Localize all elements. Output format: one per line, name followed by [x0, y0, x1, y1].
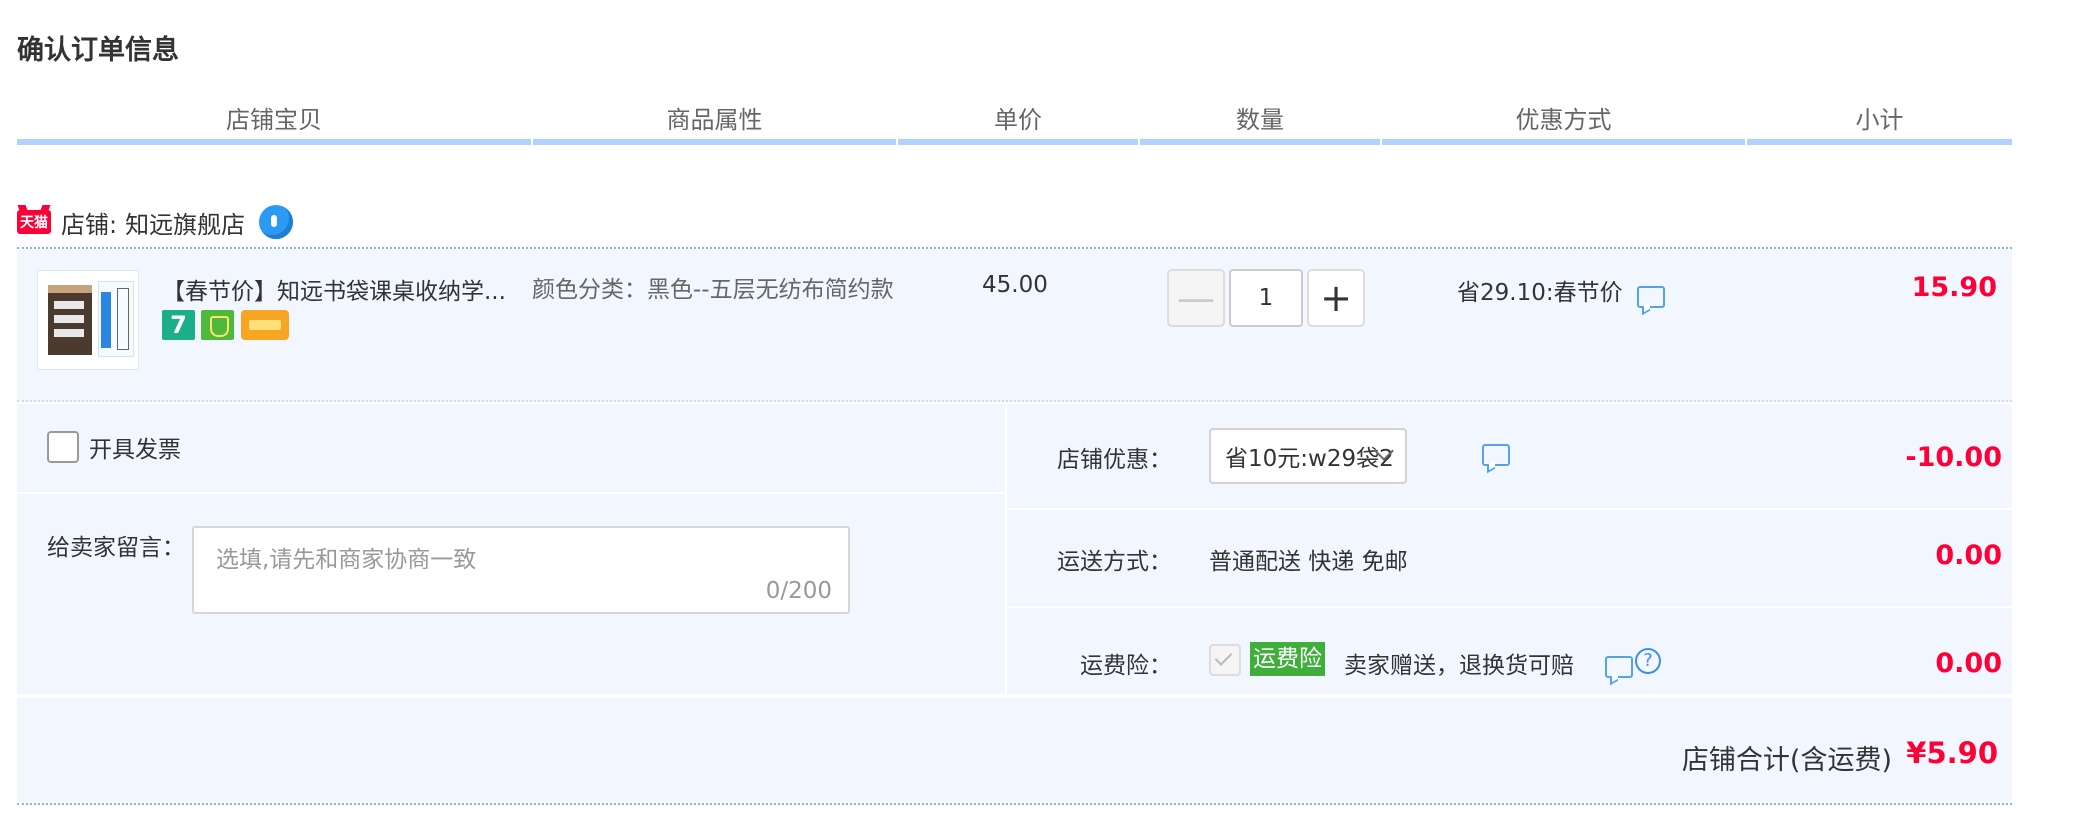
shop-prefix: 店铺: — [61, 210, 118, 239]
shop-discount-value: -10.00 — [1905, 442, 2002, 473]
unit-price: 45.00 — [982, 272, 1048, 298]
seven-day-return-icon[interactable]: 7 — [162, 310, 195, 340]
insurance-tag: 运费险 — [1250, 642, 1325, 676]
column-header-attributes: 商品属性 — [533, 105, 896, 145]
insurance-checkbox — [1209, 644, 1241, 676]
invoice-checkbox[interactable] — [47, 431, 79, 463]
column-header-label: 数量 — [1236, 106, 1284, 134]
message-label: 给卖家留言： — [47, 535, 185, 561]
shop-fees-panel: 店铺优惠： 省10元:w29袋2 -10.00 运送方式： 普通配送 快递 免邮… — [1007, 404, 2012, 694]
message-placeholder: 选填,请先和商家协商一致 — [216, 547, 477, 573]
coupon-comment-icon[interactable] — [1482, 438, 1510, 466]
total-divider — [17, 803, 2012, 805]
promotion-info: 省29.10:春节价 — [1457, 272, 1665, 308]
help-icon[interactable]: ? — [1635, 648, 1661, 674]
item-subtotal: 15.90 — [1911, 272, 1997, 303]
column-header-shop-item: 店铺宝贝 — [17, 105, 531, 145]
shipping-label: 运送方式： — [1057, 549, 1172, 575]
wangwang-chat-icon[interactable] — [259, 205, 294, 239]
credit-card-icon[interactable] — [241, 310, 289, 340]
shop-discount-label: 店铺优惠： — [1057, 447, 1172, 473]
shop-name-link[interactable]: 知远旗舰店 — [125, 205, 245, 240]
quantity-stepper: — 1 + — [1167, 269, 1365, 327]
insurance-fee: 0.00 — [1935, 648, 2002, 679]
order-item-row: 【春节价】知远书袋课桌收纳学... 7 颜色分类：黑色--五层无纺布简约款 45… — [17, 250, 2012, 402]
guarantee-shield-icon[interactable] — [201, 310, 234, 340]
shop-total-row: 店铺合计(含运费) ¥5.90 — [17, 698, 2012, 802]
column-header-unit-price: 单价 — [898, 105, 1138, 145]
product-attribute: 颜色分类：黑色--五层无纺布简约款 — [532, 277, 894, 303]
column-header-label: 单价 — [994, 106, 1042, 134]
promotion-comment-icon[interactable] — [1636, 280, 1665, 308]
product-thumbnail[interactable] — [37, 270, 139, 370]
insurance-label: 运费险： — [1080, 653, 1172, 679]
shop-divider — [17, 247, 2012, 249]
order-options-panel: 开具发票 给卖家留言： 选填,请先和商家协商一致 0/200 — [17, 404, 1005, 694]
tmall-logo-icon: 天猫 — [17, 210, 51, 234]
column-header-quantity: 数量 — [1140, 105, 1380, 145]
page-title: 确认订单信息 — [17, 35, 179, 66]
seller-message-textarea[interactable]: 选填,请先和商家协商一致 0/200 — [192, 526, 850, 614]
product-title-link[interactable]: 【春节价】知远书袋课桌收纳学... — [162, 272, 506, 306]
column-header-discount: 优惠方式 — [1382, 105, 1745, 145]
shop-total-label: 店铺合计(含运费) — [1681, 745, 1892, 776]
shipping-method: 普通配送 快递 免邮 — [1209, 549, 1408, 575]
message-char-count: 0/200 — [765, 578, 832, 604]
column-header-label: 优惠方式 — [1515, 106, 1612, 134]
insurance-description: 卖家赠送，退换货可赔 — [1344, 653, 1574, 679]
column-header-label: 店铺宝贝 — [226, 106, 322, 134]
shipping-fee: 0.00 — [1935, 540, 2002, 571]
promotion-text: 省29.10:春节价 — [1457, 280, 1623, 306]
insurance-comment-icon[interactable] — [1605, 650, 1633, 678]
shop-coupon-selected: 省10元:w29袋2 — [1225, 446, 1394, 472]
shop-coupon-select[interactable]: 省10元:w29袋2 — [1209, 428, 1407, 484]
invoice-label: 开具发票 — [89, 437, 181, 463]
quantity-input[interactable]: 1 — [1229, 269, 1303, 327]
column-header-subtotal: 小计 — [1747, 105, 2012, 145]
column-header-label: 商品属性 — [666, 106, 763, 134]
decrease-quantity-button[interactable]: — — [1167, 269, 1225, 327]
shop-total-value: ¥5.90 — [1906, 736, 1998, 770]
increase-quantity-button[interactable]: + — [1307, 269, 1365, 327]
invoice-option[interactable]: 开具发票 — [47, 430, 181, 464]
column-header-label: 小计 — [1855, 106, 1904, 134]
shop-line: 天猫 店铺: 知远旗舰店 — [17, 204, 294, 240]
